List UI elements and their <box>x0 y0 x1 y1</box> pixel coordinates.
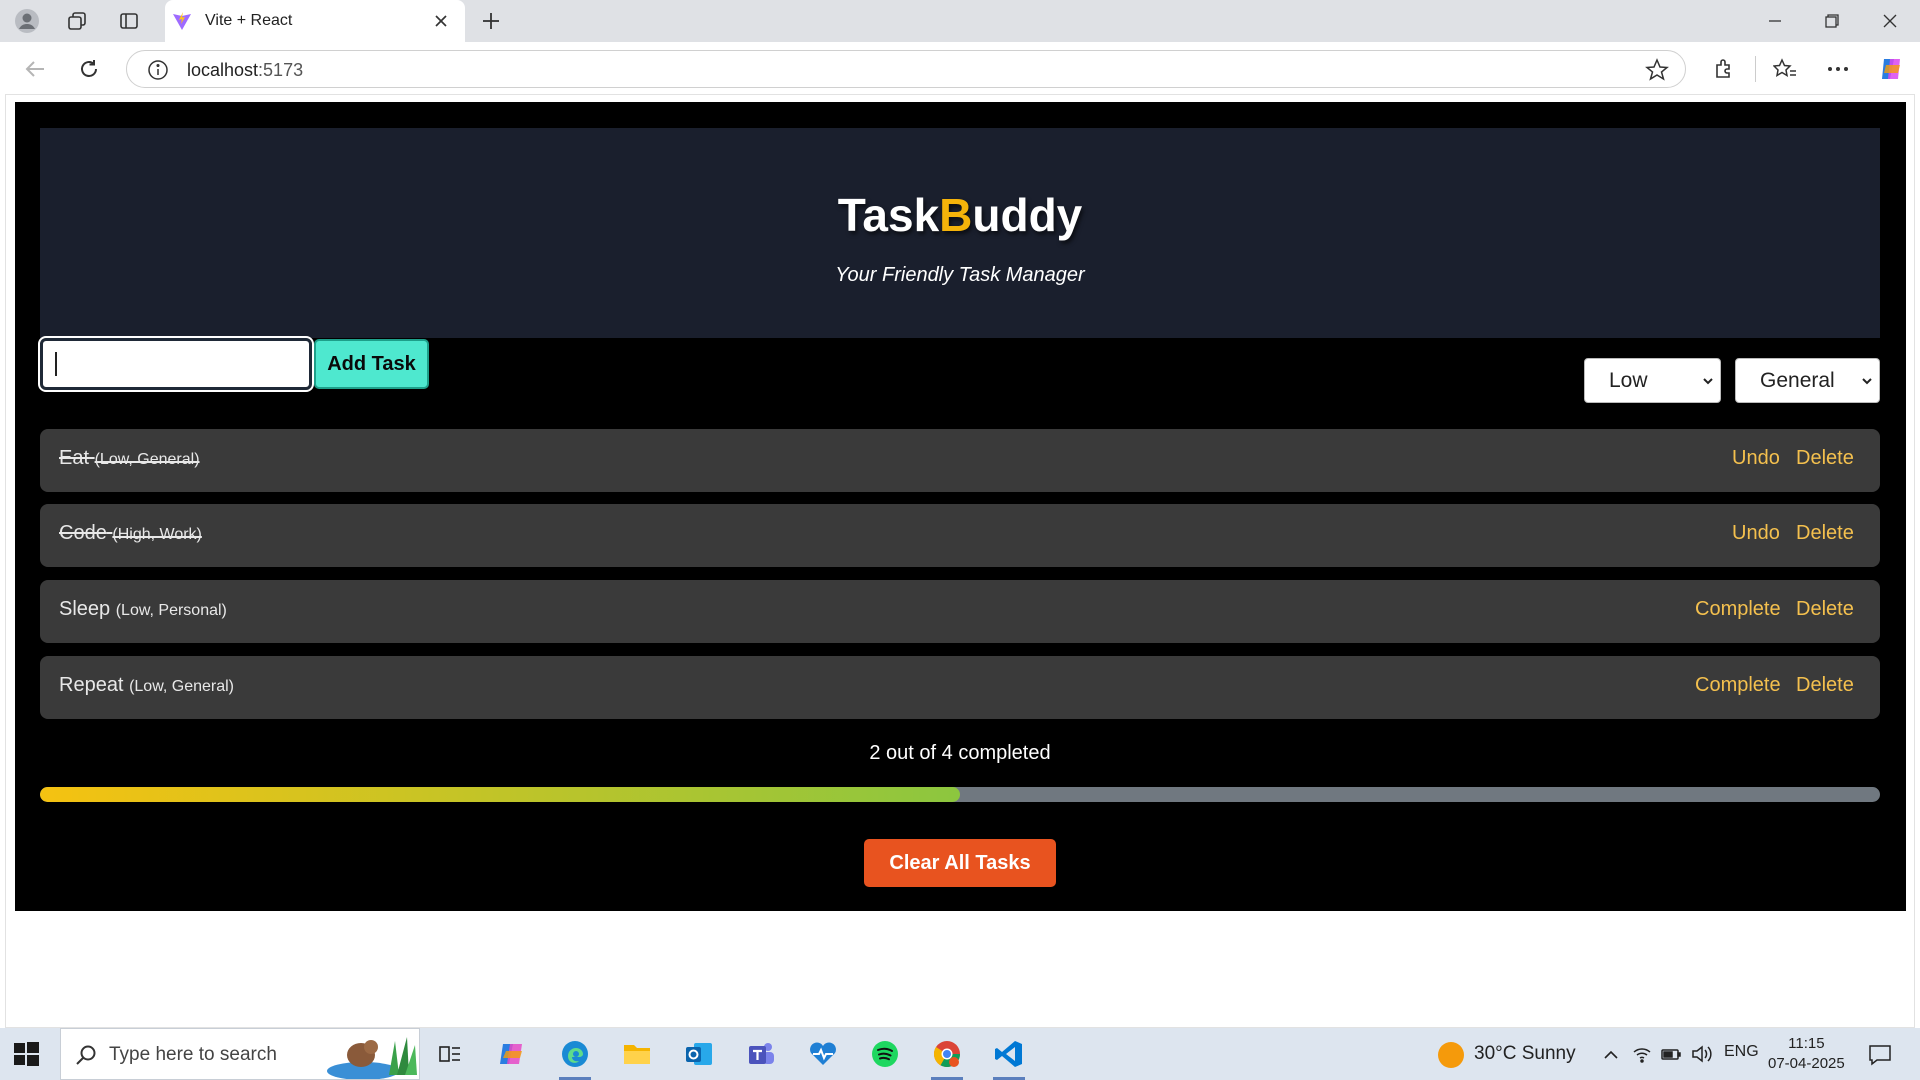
app-subtitle: Your Friendly Task Manager <box>835 264 1085 286</box>
battery-icon[interactable] <box>1660 1044 1682 1064</box>
clock-time: 11:15 <box>1788 1035 1825 1052</box>
category-select[interactable]: General <box>1735 358 1880 403</box>
task-view-icon[interactable] <box>430 1036 470 1072</box>
undo-button[interactable]: Undo <box>1732 522 1780 545</box>
clock-date: 07-04-2025 <box>1768 1055 1845 1072</box>
complete-button[interactable]: Complete <box>1695 674 1781 697</box>
wifi-icon[interactable] <box>1632 1044 1652 1064</box>
restore-icon[interactable] <box>1812 6 1852 36</box>
task-name: Sleep <box>59 598 111 620</box>
workspaces-icon[interactable] <box>62 6 92 36</box>
delete-button[interactable]: Delete <box>1796 447 1854 470</box>
site-info-icon[interactable] <box>147 59 169 81</box>
add-task-button[interactable]: Add Task <box>314 339 429 389</box>
app-header: TaskBuddy Your Friendly Task Manager <box>40 128 1880 338</box>
taskbar-clock[interactable]: 11:15 07-04-2025 <box>1768 1034 1845 1074</box>
browser-toolbar: localhost:5173 <box>0 42 1920 94</box>
task-text: Eat (Low, General) <box>59 447 200 470</box>
weather-sun-icon <box>1438 1042 1464 1068</box>
profile-icon[interactable] <box>12 6 42 36</box>
title-accent: B <box>939 189 973 241</box>
taskbar-search-box[interactable]: Type here to search <box>60 1028 420 1080</box>
weather-text[interactable]: 30°C Sunny <box>1474 1043 1576 1065</box>
chrome-icon[interactable] <box>927 1036 967 1080</box>
search-highlight-image <box>327 1037 417 1079</box>
windows-start-icon[interactable] <box>12 1040 40 1068</box>
vite-logo-icon <box>172 11 192 31</box>
copilot-app-icon[interactable] <box>492 1036 532 1072</box>
health-app-icon[interactable] <box>803 1036 843 1072</box>
more-menu-icon[interactable] <box>1821 52 1855 86</box>
priority-value: Low <box>1609 368 1648 392</box>
progress-bar <box>40 787 1880 802</box>
tab-close-icon[interactable] <box>430 10 452 32</box>
edge-browser-icon[interactable] <box>555 1036 595 1080</box>
extensions-icon[interactable] <box>1707 52 1741 86</box>
chevron-up-icon[interactable] <box>1602 1046 1620 1064</box>
minimize-icon[interactable] <box>1755 6 1795 36</box>
task-item: Code (High, Work) Undo Delete <box>40 504 1880 567</box>
task-name: Eat <box>59 447 90 469</box>
search-placeholder: Type here to search <box>109 1044 277 1065</box>
chevron-down-icon <box>1703 378 1713 385</box>
teams-icon[interactable] <box>741 1036 781 1072</box>
file-explorer-icon[interactable] <box>617 1036 657 1072</box>
spotify-icon[interactable] <box>865 1036 905 1072</box>
favorites-icon[interactable] <box>1768 52 1802 86</box>
task-text: Repeat (Low, General) <box>59 674 234 697</box>
address-bar[interactable]: localhost:5173 <box>126 50 1686 88</box>
title-part-2: uddy <box>972 189 1083 241</box>
favorite-star-icon[interactable] <box>1645 58 1669 82</box>
task-text: Sleep (Low, Personal) <box>59 598 227 621</box>
notifications-icon[interactable] <box>1868 1044 1892 1066</box>
title-part-1: Task <box>837 189 940 241</box>
vertical-tabs-icon[interactable] <box>114 6 144 36</box>
progress-fill <box>40 787 960 802</box>
volume-icon[interactable] <box>1690 1044 1712 1064</box>
task-meta: (Low, Personal) <box>115 602 227 619</box>
task-name: Repeat <box>59 674 124 696</box>
priority-select[interactable]: Low <box>1584 358 1721 403</box>
task-meta: (High, Work) <box>112 526 202 543</box>
delete-button[interactable]: Delete <box>1796 598 1854 621</box>
category-value: General <box>1760 368 1835 392</box>
vscode-icon[interactable] <box>989 1036 1029 1080</box>
chevron-down-icon <box>1862 378 1872 385</box>
task-item: Sleep (Low, Personal) Complete Delete <box>40 580 1880 643</box>
toolbar-separator <box>1755 56 1756 82</box>
tab-title: Vite + React <box>205 12 293 29</box>
progress-text: 2 out of 4 completed <box>869 742 1051 764</box>
close-window-icon[interactable] <box>1870 6 1910 36</box>
delete-button[interactable]: Delete <box>1796 674 1854 697</box>
url-text: localhost:5173 <box>187 60 303 81</box>
complete-button[interactable]: Complete <box>1695 598 1781 621</box>
language-indicator[interactable]: ENG <box>1724 1043 1759 1061</box>
copilot-icon[interactable] <box>1875 52 1909 86</box>
task-name: Code <box>59 522 107 544</box>
refresh-icon[interactable] <box>72 52 106 86</box>
task-item: Eat (Low, General) Undo Delete <box>40 429 1880 492</box>
outlook-icon[interactable] <box>679 1036 719 1072</box>
task-input[interactable] <box>38 336 314 392</box>
task-item: Repeat (Low, General) Complete Delete <box>40 656 1880 719</box>
search-icon <box>76 1045 96 1065</box>
task-meta: (Low, General) <box>129 678 234 695</box>
new-tab-icon[interactable] <box>474 6 508 36</box>
clear-all-button[interactable]: Clear All Tasks <box>864 839 1056 887</box>
url-host: localhost <box>187 60 259 80</box>
delete-button[interactable]: Delete <box>1796 522 1854 545</box>
task-text: Code (High, Work) <box>59 522 202 545</box>
app-title: TaskBuddy <box>40 188 1880 242</box>
undo-button[interactable]: Undo <box>1732 447 1780 470</box>
back-arrow-icon[interactable] <box>18 52 52 86</box>
browser-tab-strip: Vite + React <box>0 0 1920 42</box>
task-meta: (Low, General) <box>94 451 200 468</box>
url-port: :5173 <box>258 60 304 80</box>
text-caret <box>55 352 57 376</box>
